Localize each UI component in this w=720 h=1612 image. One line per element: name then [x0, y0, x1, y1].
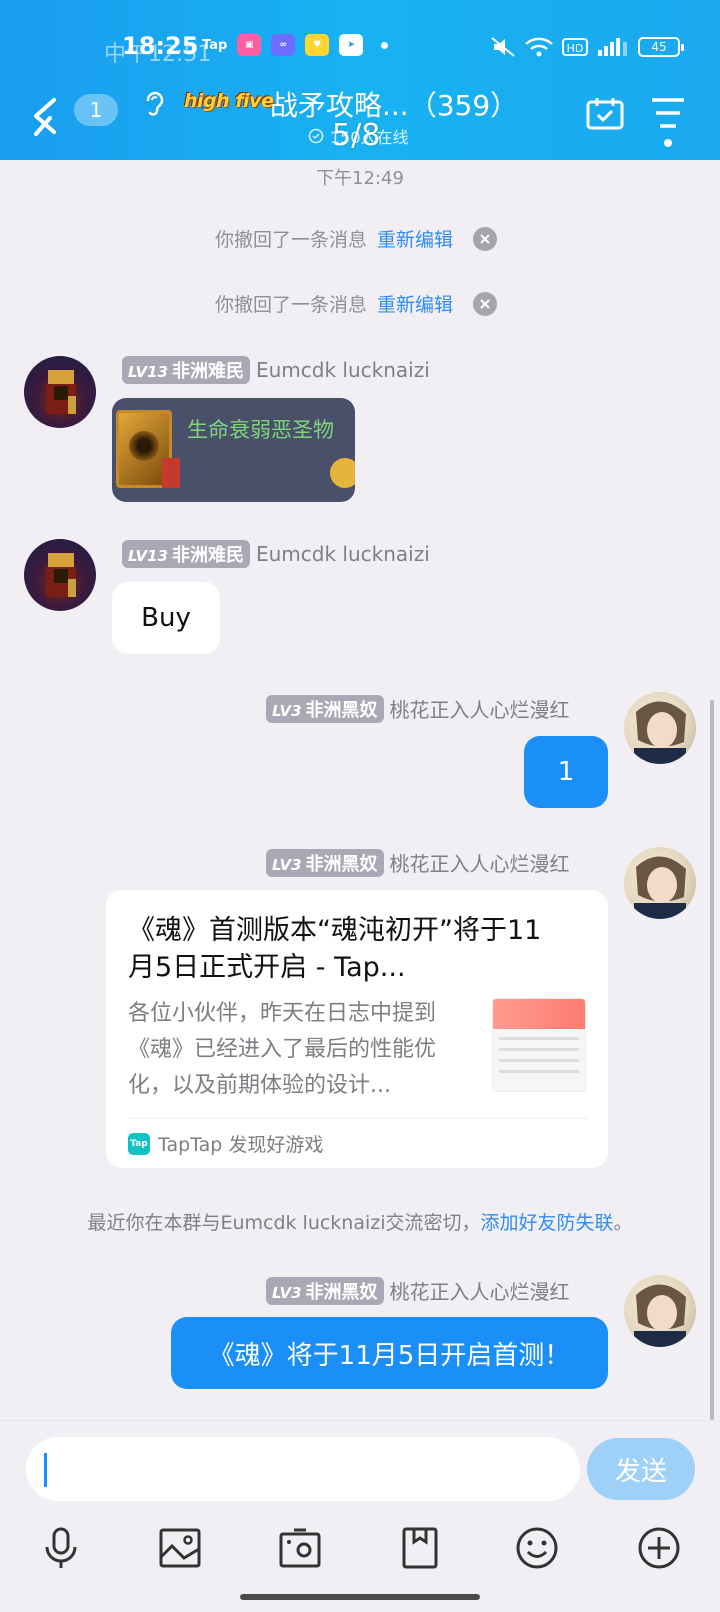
recall-text: 你撤回了一条消息: [215, 294, 368, 316]
text-caret: [44, 1453, 47, 1487]
status-time: 18:25: [122, 32, 199, 60]
sender-meta: LV3 非洲黑奴 桃花正入人心烂漫红: [266, 1276, 570, 1305]
calendar-check-icon[interactable]: [585, 96, 625, 132]
link-card[interactable]: 《魂》首测版本“魂沌初开”将于11月5日正式开启 - Tap... 各位小伙伴，…: [106, 890, 608, 1168]
recall-text: 你撤回了一条消息: [215, 229, 368, 251]
reedit-link[interactable]: 重新编辑: [377, 225, 453, 252]
mute-icon: [491, 37, 515, 57]
svg-text:HD: HD: [567, 42, 584, 55]
avatar[interactable]: [624, 847, 696, 919]
more-notifications-icon: [381, 41, 389, 49]
item-caption: 生命衰弱恶圣物: [187, 418, 334, 442]
card-divider: [128, 1118, 588, 1119]
chat-header: 中午12:51 18:25 Tap ▣ ∞ ♥ ➤ HD 45 1 high f…: [0, 0, 720, 160]
camera-icon[interactable]: [275, 1523, 325, 1573]
group-brand-logo: high five: [184, 90, 274, 112]
coin-icon: [330, 458, 355, 488]
level-badge: LV13 非洲难民: [122, 540, 250, 568]
add-friend-notice: 最近你在本群与Eumcdk lucknaizi交流密切，添加好友防失联。: [0, 1208, 720, 1235]
level-badge: LV3 非洲黑奴: [266, 848, 384, 877]
taptap-logo-icon: Tap: [128, 1132, 150, 1155]
avatar[interactable]: [24, 539, 96, 611]
card-title: 《魂》首测版本“魂沌初开”将于11月5日正式开启 - Tap...: [128, 915, 542, 983]
avatar[interactable]: [24, 356, 96, 428]
emoji-icon[interactable]: [512, 1523, 562, 1573]
sender-name[interactable]: 桃花正入人心烂漫红: [390, 694, 570, 723]
back-icon[interactable]: [30, 96, 62, 152]
card-thumbnail: [492, 998, 586, 1092]
bird-app-icon: ➤: [339, 34, 364, 56]
ear-icon[interactable]: [142, 88, 166, 118]
home-indicator[interactable]: [240, 1594, 480, 1600]
image-message[interactable]: 生命衰弱恶圣物: [112, 398, 355, 502]
infinity-app-icon: ∞: [271, 34, 296, 56]
notice-end: 。: [613, 1212, 633, 1234]
level-badge: LV3 非洲黑奴: [266, 694, 384, 723]
avatar[interactable]: [624, 692, 696, 764]
heart-app-icon: ♥: [305, 34, 330, 56]
file-icon[interactable]: [395, 1523, 445, 1573]
card-source-text: TapTap 发现好游戏: [158, 1134, 324, 1156]
sender-meta: LV3 非洲黑奴 桃花正入人心烂漫红: [266, 848, 570, 877]
sender-name[interactable]: Eumcdk lucknaizi: [256, 542, 430, 566]
recall-notice: 你撤回了一条消息 重新编辑: [215, 290, 498, 317]
avatar[interactable]: [624, 1275, 696, 1347]
plus-icon[interactable]: [634, 1523, 684, 1573]
message-timestamp: 下午12:49: [316, 168, 404, 189]
recall-notice: 你撤回了一条消息 重新编辑: [215, 225, 498, 252]
notice-text: 最近你在本群与Eumcdk lucknaizi交流密切，: [87, 1212, 481, 1234]
sender-name[interactable]: Eumcdk lucknaizi: [256, 358, 430, 382]
hd-icon: HD: [562, 38, 588, 56]
message-bubble[interactable]: Buy: [112, 582, 220, 654]
sender-meta: LV13 非洲难民 Eumcdk lucknaizi: [122, 540, 430, 568]
group-title[interactable]: 战矛攻略...（359）: [270, 84, 518, 124]
photo-icon[interactable]: [155, 1523, 205, 1573]
level-badge: LV13 非洲难民: [122, 356, 250, 384]
input-toolbar: [0, 1513, 720, 1583]
notification-icons: Tap ▣ ∞ ♥ ➤: [202, 34, 389, 56]
wifi-icon: [525, 37, 553, 57]
send-button[interactable]: 发送: [587, 1438, 695, 1500]
sender-meta: LV3 非洲黑奴 桃花正入人心烂漫红: [266, 694, 570, 723]
item-decoration: [162, 458, 180, 488]
scrollbar[interactable]: [710, 700, 714, 1420]
sender-meta: LV13 非洲难民 Eumcdk lucknaizi: [122, 356, 430, 384]
close-icon[interactable]: [473, 226, 498, 251]
input-area: 发送: [0, 1420, 720, 1612]
page-indicator: 5/8: [332, 118, 381, 153]
message-bubble[interactable]: 1: [524, 736, 608, 808]
close-icon[interactable]: [473, 291, 498, 316]
card-source: Tap TapTap 发现好游戏: [128, 1130, 323, 1157]
add-friend-link[interactable]: 添加好友防失联: [481, 1212, 614, 1234]
battery-icon: 45: [638, 37, 684, 57]
level-badge: LV3 非洲黑奴: [266, 1276, 384, 1305]
unread-count-badge[interactable]: 1: [74, 94, 118, 126]
message-bubble[interactable]: 《魂》将于11月5日开启首测！: [171, 1317, 608, 1389]
bilibili-icon: ▣: [237, 34, 262, 56]
card-description: 各位小伙伴，昨天在日志中提到《魂》已经进入了最后的性能优化，以及前期体验的设计.…: [128, 1001, 437, 1098]
sender-name[interactable]: 桃花正入人心烂漫红: [390, 848, 570, 877]
tap-app-icon: Tap: [202, 37, 228, 53]
sender-name[interactable]: 桃花正入人心烂漫红: [390, 1276, 570, 1305]
status-bar: 中午12:51 18:25 Tap ▣ ∞ ♥ ➤ HD 45: [0, 30, 720, 70]
microphone-icon[interactable]: [36, 1523, 86, 1573]
signal-icon: [598, 38, 627, 56]
menu-icon[interactable]: [650, 96, 686, 150]
check-circle-icon: [308, 128, 324, 144]
reedit-link[interactable]: 重新编辑: [377, 290, 453, 317]
message-input[interactable]: [26, 1437, 580, 1501]
system-icons: HD 45: [490, 36, 684, 58]
